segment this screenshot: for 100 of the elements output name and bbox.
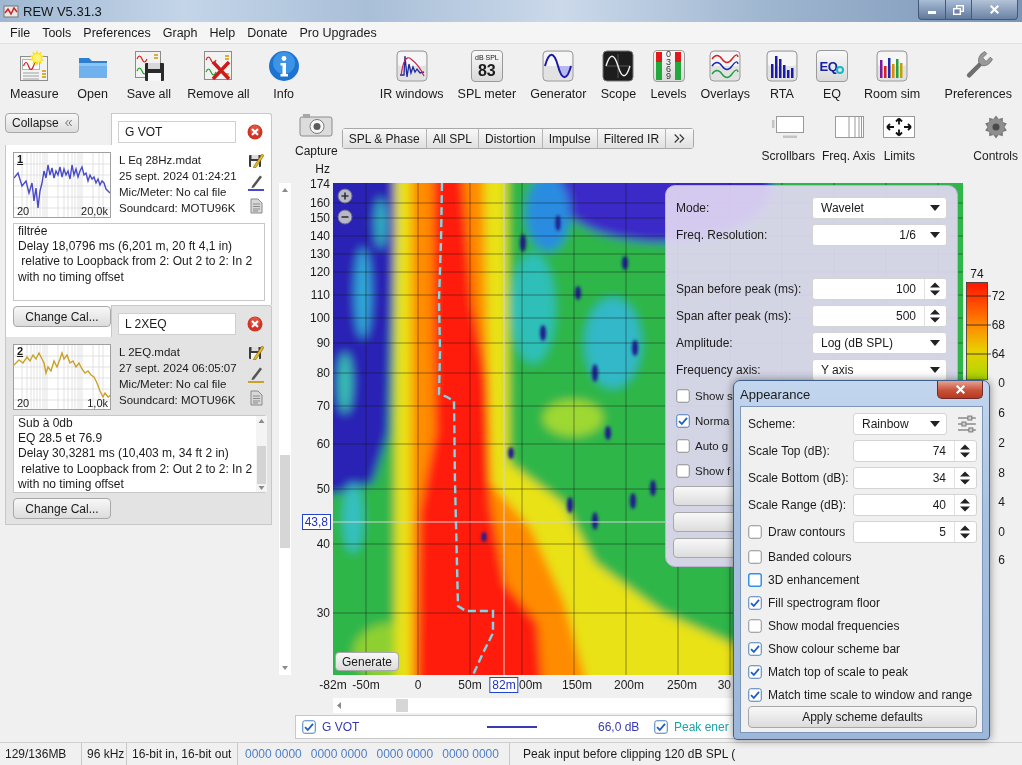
x-circle-icon[interactable] — [247, 316, 263, 332]
capture-button[interactable]: Capture — [293, 113, 340, 158]
axis-label: 140 — [309, 229, 330, 243]
axis-unit: Hz — [315, 162, 330, 176]
axis-label: 174 — [309, 177, 330, 191]
close-icon — [990, 5, 999, 14]
logo-text: EQ — [819, 58, 838, 74]
axis-label: 50 — [316, 482, 330, 496]
view-button[interactable]: Scrollbars — [759, 115, 817, 163]
minimize-button[interactable] — [918, 0, 946, 20]
cursor-readout: 82m — [489, 677, 519, 693]
date-time: 27 sept. 2024 06:05:07 — [119, 361, 238, 376]
toolbar-button[interactable]: Remove all — [183, 50, 254, 102]
menu-item[interactable]: Preferences — [77, 23, 157, 42]
trace-name: G VOT — [322, 720, 361, 734]
axis-label: 20,0k — [81, 205, 108, 217]
toolbar-button[interactable]: Overlays — [696, 50, 754, 102]
cursor-readout: 43,8 — [301, 514, 331, 530]
level-reading: 83 — [477, 61, 496, 79]
x-circle-icon[interactable] — [247, 124, 263, 140]
view-button[interactable]: Controls — [971, 115, 1020, 163]
document-icon[interactable] — [248, 198, 264, 214]
checkbox[interactable] — [748, 687, 762, 702]
axis-label: 20 — [17, 397, 30, 409]
status-message: Peak input before clipping 120 dB SPL ( — [522, 747, 736, 761]
toolbar-button[interactable]: Generator — [526, 50, 591, 102]
axis-label: 20 — [17, 205, 30, 217]
apply-defaults-button[interactable]: Apply scheme defaults — [748, 706, 977, 728]
change-cal-button[interactable]: Change Cal... — [13, 498, 111, 519]
name-field[interactable]: G VOT — [118, 121, 236, 143]
more-tabs-button[interactable] — [666, 129, 694, 148]
file-name: L Eq 28Hz.mdat — [119, 153, 203, 168]
checkbox[interactable] — [654, 720, 668, 734]
scale-label: 0 — [998, 376, 1005, 390]
graph-tab[interactable]: All SPL — [426, 129, 479, 148]
toolbar-button[interactable]: Save all — [122, 50, 176, 102]
vertical-scrollbar[interactable] — [279, 183, 291, 675]
toolbar-button[interactable]: 0369 Levels — [646, 50, 691, 102]
axis-label: 50m — [458, 678, 482, 692]
axis-label: 00m — [519, 678, 543, 692]
toolbar-button[interactable]: IR windows — [375, 50, 448, 102]
sine-wave-icon — [542, 50, 575, 82]
colour-bars-icon — [876, 50, 909, 82]
toolbar-button[interactable]: RTA — [759, 50, 804, 102]
checkbox[interactable] — [302, 720, 316, 734]
document-icon[interactable] — [248, 390, 264, 406]
mic-info: Mic/Meter: No cal file — [119, 377, 228, 392]
floppy-pencil-icon[interactable] — [248, 152, 264, 168]
pen-line-icon[interactable] — [248, 175, 264, 191]
level-readout: 0000 0000 — [442, 747, 499, 761]
name-field[interactable]: L 2XEQ — [118, 313, 236, 335]
view-button[interactable]: Freq. Axis — [819, 115, 878, 163]
toolbar-button[interactable]: Open — [70, 50, 115, 102]
scale-label: 74 — [969, 267, 985, 281]
soundcard-info: Soundcard: MOTU96K — [119, 393, 237, 408]
level-readout: 0000 0000 — [310, 747, 368, 761]
collapse-button[interactable]: Collapse — [5, 113, 79, 133]
axis-label: 30 — [316, 606, 330, 620]
graph-tab[interactable]: SPL & Phase — [342, 129, 427, 148]
app-icon — [3, 3, 19, 19]
double-chevron-left-icon — [64, 118, 72, 128]
restore-button[interactable] — [946, 0, 972, 20]
menu-item[interactable]: Graph — [156, 23, 204, 42]
axis-label: 30 — [717, 678, 731, 692]
axis-label: 40 — [316, 537, 330, 551]
bar-graph-icon — [765, 50, 798, 82]
toolbar-button[interactable]: Scope — [596, 50, 641, 102]
scale-label: 8 — [998, 466, 1005, 480]
axis-label: 100 — [309, 311, 330, 325]
vertical-scrollbar[interactable] — [256, 416, 268, 492]
soundcard-info: Soundcard: MOTU96K — [119, 201, 237, 216]
floppy-disk-icon — [132, 50, 165, 82]
toolbar-button[interactable]: Measure — [6, 50, 63, 102]
change-cal-button[interactable]: Change Cal... — [13, 306, 111, 327]
scale-label: 4 — [998, 495, 1005, 509]
horizontal-scrollbar[interactable] — [333, 698, 733, 713]
graph-sheet-cross-icon — [202, 50, 235, 82]
menu-item[interactable]: Donate — [241, 23, 294, 42]
menu-item[interactable]: File — [4, 23, 37, 42]
line-sample-icon — [487, 725, 537, 729]
meter-bar-icon — [675, 52, 681, 80]
scale-label: 2 — [998, 436, 1005, 450]
axis-label: 150 — [309, 211, 330, 225]
graph-tab[interactable]: Impulse — [542, 129, 598, 148]
menu-item[interactable]: Help — [203, 23, 242, 42]
menu-item[interactable]: Pro Upgrades — [293, 23, 383, 42]
notes-field[interactable]: filtrée Delay 18,0796 ms (6,201 m, 20 ft 4,1 in) relative to Loopback from 2: Out 2 to 2: In 2 with no timing offset — [13, 223, 265, 301]
scale-label: 6 — [998, 553, 1005, 567]
view-button[interactable]: Limits — [880, 115, 919, 163]
toolbar-button[interactable]: Preferences — [940, 50, 1016, 102]
notes-field[interactable]: Sub à 0db EQ 28.5 et 76.9 Delay 30,3281 ms (10,403 m, 34 ft 2 in) relative to Loopback from 2: Out 2 to 2: In 2 with no timing offset — [13, 415, 265, 493]
toolbar-button[interactable]: Room sim — [859, 50, 925, 102]
toolbar-button[interactable]: EQ EQ — [809, 50, 854, 102]
toolbar-button[interactable]: Info — [261, 50, 306, 102]
floppy-pencil-icon[interactable] — [248, 344, 264, 360]
close-button[interactable] — [972, 0, 1018, 20]
pen-line-icon[interactable] — [248, 367, 264, 383]
graph-tab[interactable]: Distortion — [479, 129, 543, 148]
graph-tab[interactable]: Filtered IR — [597, 129, 667, 148]
menu-item[interactable]: Tools — [36, 23, 78, 42]
